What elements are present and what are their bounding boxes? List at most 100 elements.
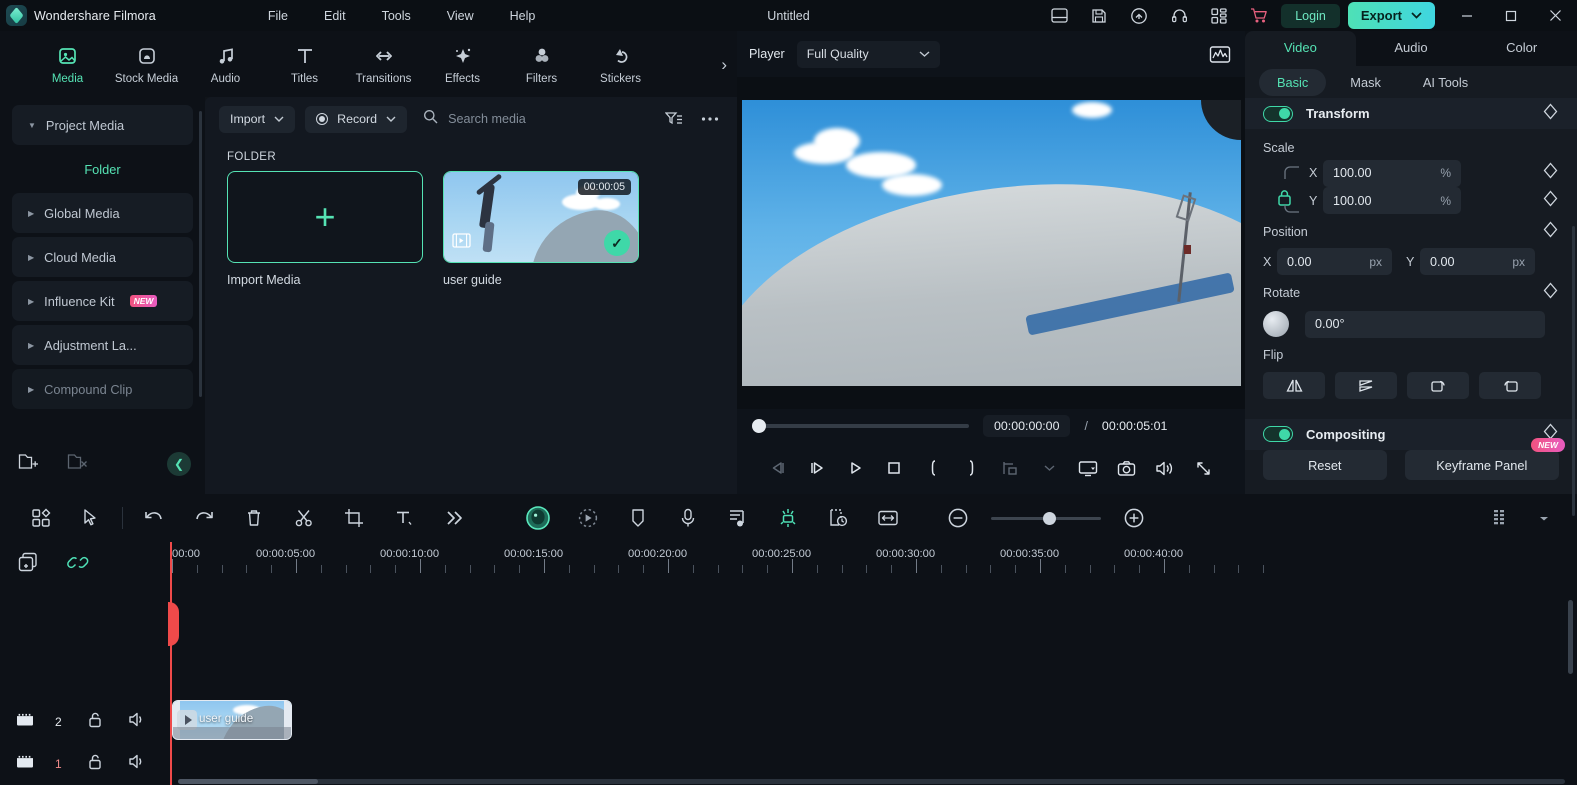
waveform-graph-icon[interactable] (1207, 41, 1233, 67)
window-maximize-button[interactable] (1489, 0, 1533, 31)
apps-grid-icon[interactable] (1199, 0, 1239, 31)
search-input[interactable] (448, 112, 651, 126)
export-button[interactable]: Export (1347, 2, 1435, 29)
voiceover-button[interactable] (663, 501, 713, 535)
audio-mixer-button[interactable] (713, 501, 763, 535)
media-card-user-guide[interactable]: 00:00:05 ✓ user guide (443, 171, 639, 287)
new-folder-icon[interactable] (18, 452, 39, 476)
zoom-in-button[interactable] (1109, 501, 1159, 535)
split-button[interactable] (279, 501, 329, 535)
search-media-box[interactable] (423, 109, 651, 129)
auto-highlight-button[interactable] (763, 501, 813, 535)
play-button[interactable] (836, 452, 875, 484)
rotate-keyframe-icon[interactable] (1542, 282, 1559, 304)
sidebar-item-folder[interactable]: Folder (12, 149, 193, 189)
fullscreen-button[interactable] (1184, 452, 1223, 484)
flip-horizontal-button[interactable] (1263, 371, 1325, 399)
nav-tab-transitions[interactable]: Transitions (344, 43, 423, 85)
import-media-dropzone[interactable]: + (227, 171, 423, 263)
tab-video[interactable]: Video (1245, 31, 1356, 66)
redo-button[interactable] (179, 501, 229, 535)
display-settings-button[interactable] (1068, 452, 1107, 484)
menu-file[interactable]: File (250, 5, 306, 27)
media-card-import[interactable]: + Import Media (227, 171, 423, 287)
nav-tab-filters[interactable]: Filters (502, 43, 581, 85)
reset-button[interactable]: Reset (1263, 450, 1387, 480)
nav-tab-stickers[interactable]: Stickers (581, 43, 660, 85)
sidebar-item-cloud-media[interactable]: ▶ Cloud Media (12, 237, 193, 277)
motion-tracking-button[interactable] (563, 501, 613, 535)
sidebar-item-adjustment-layer[interactable]: ▶ Adjustment La... (12, 325, 193, 365)
scale-lock-icon[interactable] (1263, 187, 1309, 215)
compositing-toggle[interactable] (1263, 426, 1293, 443)
record-button[interactable]: Record (305, 105, 408, 133)
next-frame-button[interactable] (798, 452, 837, 484)
snapshot-button[interactable] (1107, 452, 1146, 484)
sidebar-item-global-media[interactable]: ▶ Global Media (12, 193, 193, 233)
transform-toggle[interactable] (1263, 105, 1293, 122)
login-button[interactable]: Login (1281, 3, 1340, 28)
shopping-cart-icon[interactable] (1239, 0, 1279, 31)
sidebar-scrollbar[interactable] (199, 111, 202, 397)
menu-edit[interactable]: Edit (306, 5, 364, 27)
rotate-field[interactable]: 0.00° (1305, 310, 1545, 338)
playhead[interactable] (168, 542, 179, 785)
nav-tab-audio[interactable]: Audio (186, 43, 265, 85)
filter-sort-icon[interactable] (661, 106, 687, 132)
unlock-icon[interactable] (87, 753, 103, 776)
timeline-horizontal-scrollbar[interactable] (178, 779, 1565, 784)
unlock-icon[interactable] (87, 711, 103, 734)
crop-button[interactable] (329, 501, 379, 535)
timeline-menu-button[interactable] (1522, 501, 1565, 535)
subtab-ai-tools[interactable]: AI Tools (1405, 69, 1486, 96)
ai-mask-button[interactable] (513, 501, 563, 535)
add-track-icon[interactable] (18, 552, 39, 578)
subtab-mask[interactable]: Mask (1332, 69, 1399, 96)
mark-in-button[interactable] (914, 452, 953, 484)
sidebar-item-project-media[interactable]: ▼ Project Media (12, 105, 193, 145)
mark-out-button[interactable] (952, 452, 991, 484)
menu-help[interactable]: Help (492, 5, 554, 27)
sidebar-item-influence-kit[interactable]: ▶ Influence Kit NEW (12, 281, 193, 321)
delete-button[interactable] (229, 501, 279, 535)
fit-timeline-button[interactable] (863, 501, 913, 535)
position-x-field[interactable]: 0.00 px (1277, 248, 1392, 276)
video-preview[interactable] (741, 100, 1241, 386)
position-keyframe-icon[interactable] (1542, 221, 1559, 243)
speed-button[interactable] (813, 501, 863, 535)
scale-x-keyframe-icon[interactable] (1542, 162, 1559, 184)
tab-audio[interactable]: Audio (1356, 40, 1467, 66)
menu-tools[interactable]: Tools (364, 5, 429, 27)
timeline-ruler[interactable]: 00:00 00:00:05:00 00:00:10:00 00:00:15:0… (168, 542, 1577, 576)
rotate-right-button[interactable] (1407, 371, 1469, 399)
timeline-vertical-scrollbar[interactable] (1568, 600, 1573, 674)
window-close-button[interactable] (1533, 0, 1577, 31)
keyframe-diamond-icon[interactable] (1542, 103, 1559, 125)
markers-dropdown[interactable] (1030, 452, 1069, 484)
sidebar-collapse-button[interactable]: ❮ (167, 452, 191, 476)
quality-select[interactable]: Full Quality (796, 40, 940, 68)
layout-icon[interactable] (1039, 0, 1079, 31)
zoom-slider-handle[interactable] (1043, 511, 1056, 525)
timeline-tracks[interactable]: 00:00 00:00:05:00 00:00:10:00 00:00:15:0… (168, 542, 1577, 785)
menu-view[interactable]: View (429, 5, 492, 27)
rotate-dial[interactable] (1263, 311, 1289, 338)
text-button[interactable] (379, 501, 429, 535)
marker-button[interactable] (613, 501, 663, 535)
scrubber-handle[interactable] (752, 418, 766, 433)
scale-x-field[interactable]: 100.00 % (1323, 159, 1461, 187)
keyframe-panel-button[interactable]: Keyframe Panel NEW (1404, 438, 1565, 480)
timeline-clip-user-guide[interactable]: user guide (172, 700, 292, 740)
previous-frame-button[interactable] (759, 452, 798, 484)
window-minimize-button[interactable] (1445, 0, 1489, 31)
select-tool-button[interactable] (66, 501, 116, 535)
current-time[interactable]: 00:00:00:00 (983, 414, 1071, 437)
nav-tab-stock-media[interactable]: Stock Media (107, 43, 186, 85)
scale-link-lock[interactable] (1263, 165, 1309, 181)
nav-tab-titles[interactable]: Titles (265, 43, 344, 85)
subtab-basic[interactable]: Basic (1259, 68, 1327, 96)
nav-tabs-next-icon[interactable]: › (721, 55, 727, 75)
volume-button[interactable] (1146, 452, 1185, 484)
more-dots-icon[interactable] (697, 106, 723, 132)
support-headset-icon[interactable] (1159, 0, 1199, 31)
